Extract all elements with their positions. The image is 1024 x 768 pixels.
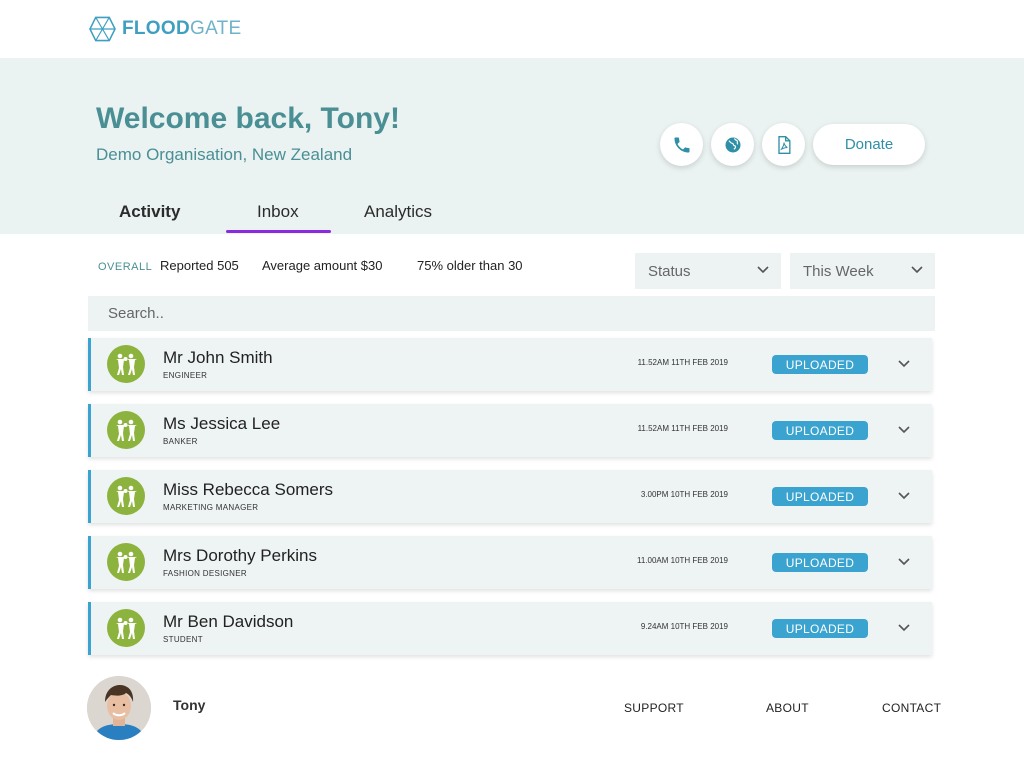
row-timestamp: 11.52AM 11TH FEB 2019 [637, 424, 728, 433]
globe-icon [725, 137, 740, 152]
status-filter[interactable]: Status [635, 253, 781, 289]
status-filter-value: Status [648, 262, 691, 280]
organisation-label: Demo Organisation, New Zealand [96, 145, 353, 164]
row-timestamp: 3.00PM 10TH FEB 2019 [640, 490, 728, 499]
phone-icon [674, 137, 689, 152]
status-badge: UPLOADED [772, 355, 868, 374]
reported-stat: Reported 505 [160, 258, 239, 273]
chevron-down-icon [757, 266, 769, 274]
period-filter-value: This Week [803, 262, 874, 280]
user-avatar[interactable] [87, 676, 151, 740]
row-role: STUDENT [163, 635, 203, 644]
row-name: Mr John Smith [163, 348, 273, 367]
chevron-down-icon [911, 266, 923, 274]
list-item[interactable]: Ms Jessica Lee BANKER 11.52AM 11TH FEB 2… [88, 404, 932, 457]
top-bar: FLOODGATE [0, 0, 1024, 58]
people-icon [107, 477, 145, 515]
tab-analytics[interactable]: Analytics [364, 202, 432, 222]
average-amount-stat: Average amount $30 [262, 258, 383, 273]
list-item[interactable]: Mr John Smith ENGINEER 11.52AM 11TH FEB … [88, 338, 932, 391]
status-badge: UPLOADED [772, 553, 868, 572]
row-role: BANKER [163, 437, 198, 446]
welcome-heading: Welcome back, Tony! [96, 102, 400, 135]
row-role: FASHION DESIGNER [163, 569, 247, 578]
floodgate-logo-icon [89, 16, 116, 42]
pdf-button[interactable] [762, 123, 805, 166]
row-timestamp: 11.00AM 10TH FEB 2019 [636, 556, 728, 565]
row-name: Mrs Dorothy Perkins [163, 546, 317, 565]
contact-link[interactable]: CONTACT [882, 701, 941, 715]
status-badge: UPLOADED [772, 421, 868, 440]
floodgate-logo[interactable]: FLOODGATE [89, 16, 242, 42]
support-link[interactable]: SUPPORT [624, 701, 684, 715]
status-badge: UPLOADED [772, 487, 868, 506]
list-item[interactable]: Mr Ben Davidson STUDENT 9.24AM 10TH FEB … [88, 602, 932, 655]
tab-inbox[interactable]: Inbox [257, 202, 299, 222]
row-timestamp: 9.24AM 10TH FEB 2019 [640, 622, 728, 631]
row-role: MARKETING MANAGER [163, 503, 259, 512]
age-stat: 75% older than 30 [417, 258, 523, 273]
active-tab-indicator [226, 230, 331, 233]
row-timestamp: 11.52AM 11TH FEB 2019 [637, 358, 728, 367]
chevron-down-icon[interactable] [896, 554, 912, 570]
chevron-down-icon[interactable] [896, 422, 912, 438]
people-icon [107, 543, 145, 581]
row-role: ENGINEER [163, 371, 208, 380]
donate-button[interactable]: Donate [813, 124, 925, 165]
people-icon [107, 345, 145, 383]
row-name: Miss Rebecca Somers [163, 480, 334, 499]
period-filter[interactable]: This Week [790, 253, 935, 289]
search-input[interactable] [88, 296, 935, 331]
user-photo [87, 676, 151, 740]
globe-button[interactable] [711, 123, 754, 166]
logo-text: FLOODGATE [122, 18, 242, 39]
overall-label: OVERALL [98, 261, 153, 273]
tab-activity[interactable]: Activity [119, 202, 180, 222]
phone-button[interactable] [660, 123, 703, 166]
pdf-icon [777, 135, 790, 154]
chevron-down-icon[interactable] [896, 356, 912, 372]
row-name: Ms Jessica Lee [163, 414, 281, 433]
list-item[interactable]: Mrs Dorothy Perkins FASHION DESIGNER 11.… [88, 536, 932, 589]
row-name: Mr Ben Davidson [163, 612, 294, 631]
about-link[interactable]: ABOUT [766, 701, 809, 715]
people-icon [107, 609, 145, 647]
chevron-down-icon[interactable] [896, 620, 912, 636]
people-icon [107, 411, 145, 449]
status-badge: UPLOADED [772, 619, 868, 638]
list-item[interactable]: Miss Rebecca Somers MARKETING MANAGER 3.… [88, 470, 932, 523]
user-name: Tony [173, 697, 206, 713]
chevron-down-icon[interactable] [896, 488, 912, 504]
hero-section: Welcome back, Tony! Demo Organisation, N… [0, 58, 1024, 234]
